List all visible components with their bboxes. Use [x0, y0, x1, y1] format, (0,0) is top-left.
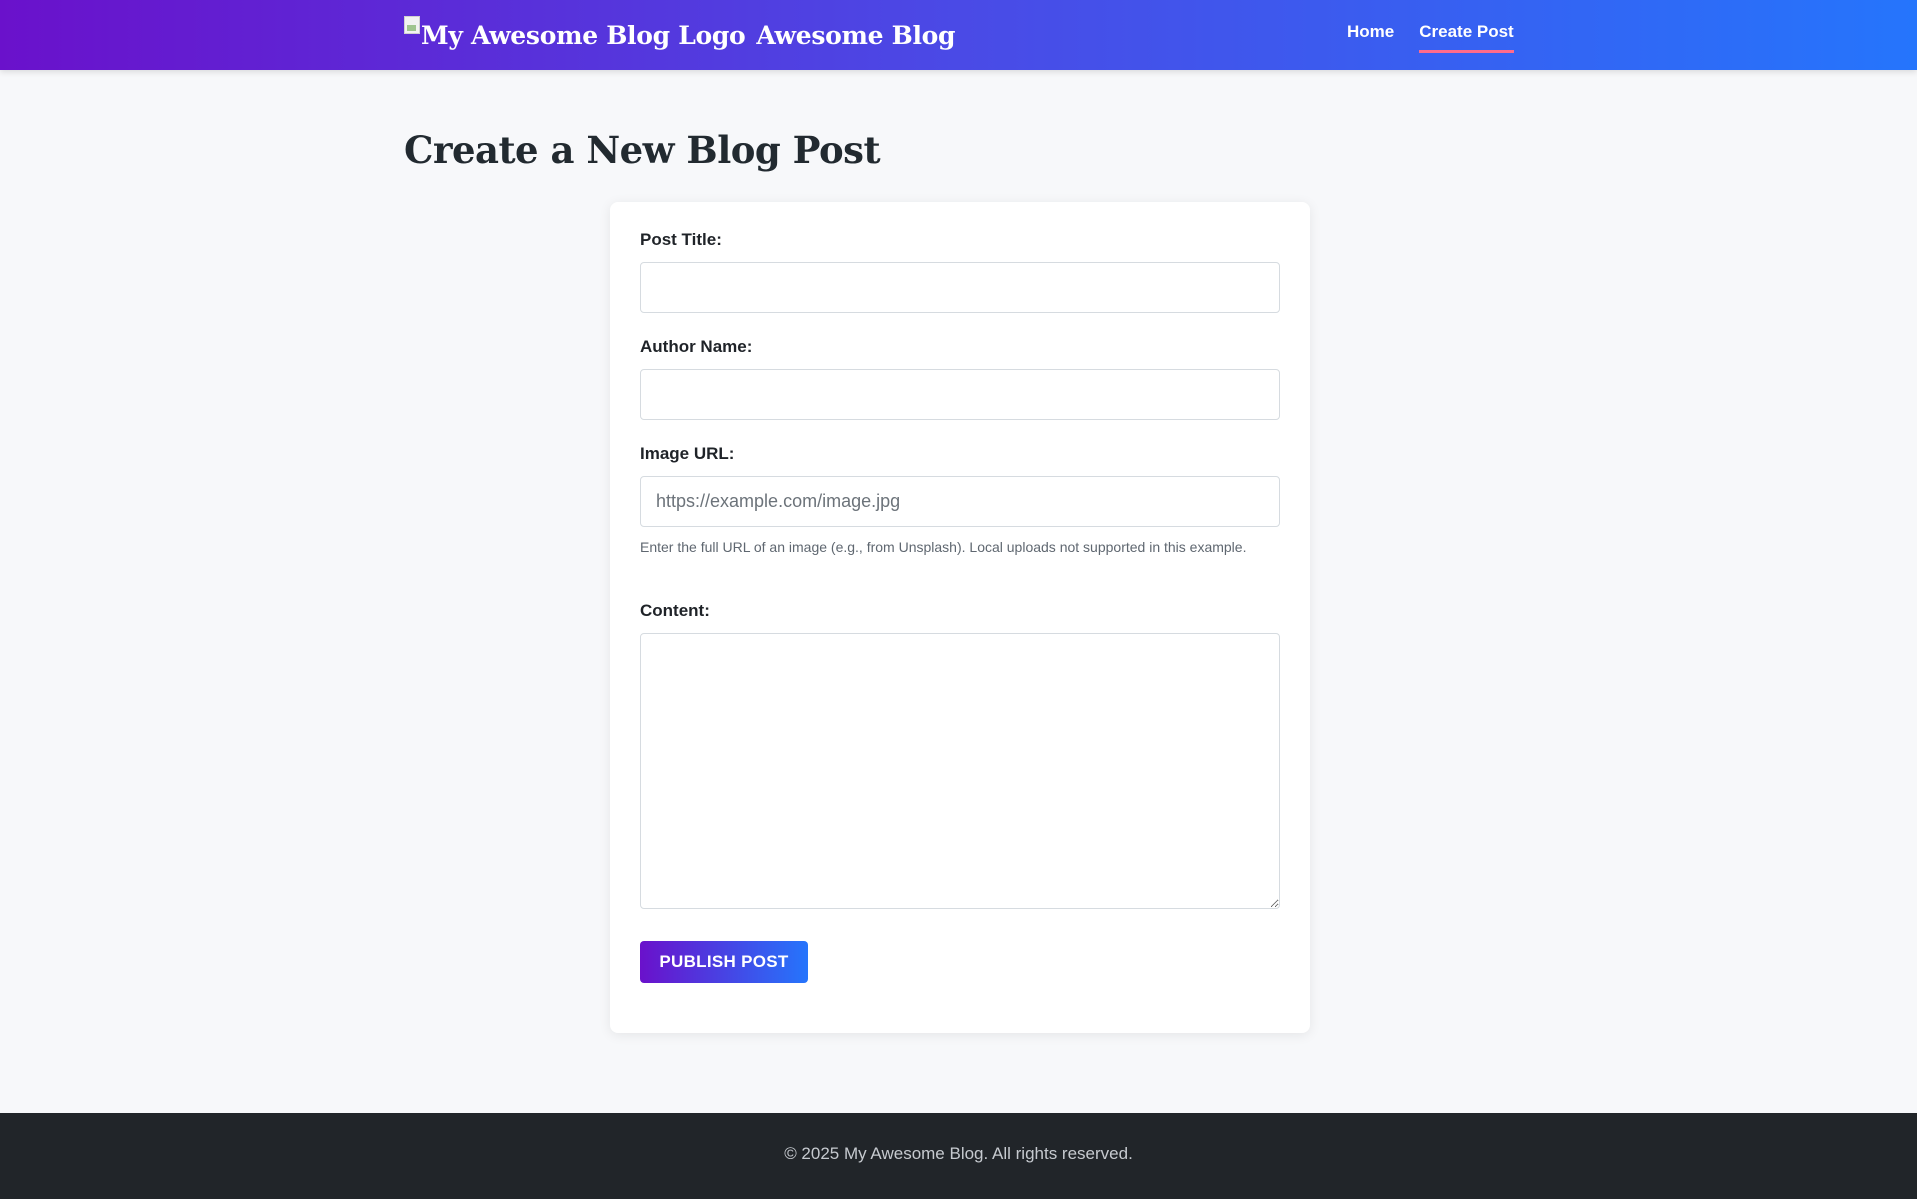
- content-label: Content:: [640, 601, 710, 620]
- author-name-label: Author Name:: [640, 337, 753, 356]
- image-url-help-text: Enter the full URL of an image (e.g., fr…: [640, 539, 1247, 555]
- brand-name: Awesome Blog: [756, 21, 956, 50]
- post-title-group: Post Title:: [640, 230, 1280, 313]
- author-name-input[interactable]: [640, 369, 1280, 420]
- brand-logo-alt-text: My Awesome Blog Logo: [421, 21, 746, 50]
- create-post-form-card: Post Title: Author Name: Image URL: Ente…: [610, 202, 1310, 1033]
- post-title-label: Post Title:: [640, 230, 722, 249]
- image-url-group: Image URL: Enter the full URL of an imag…: [640, 444, 1280, 559]
- content-textarea[interactable]: [640, 633, 1280, 909]
- nav-item-home[interactable]: Home: [1347, 22, 1394, 53]
- publish-post-button[interactable]: Publish Post: [640, 941, 808, 983]
- nav-item-create-post[interactable]: Create Post: [1419, 22, 1514, 53]
- image-url-input[interactable]: [640, 476, 1280, 527]
- post-title-input[interactable]: [640, 262, 1280, 313]
- site-footer: © 2025 My Awesome Blog. All rights reser…: [0, 1113, 1917, 1199]
- brand-logo-image: My Awesome Blog Logo: [404, 15, 746, 53]
- content-group: Content:: [640, 601, 1280, 909]
- page-title: Create a New Blog Post: [404, 128, 881, 172]
- author-name-group: Author Name:: [640, 337, 1280, 420]
- brand-link[interactable]: My Awesome Blog Logo Awesome Blog: [404, 14, 956, 54]
- image-url-label: Image URL:: [640, 444, 735, 463]
- site-header: My Awesome Blog Logo Awesome Blog Home C…: [0, 0, 1917, 70]
- broken-image-icon: [404, 16, 420, 34]
- footer-copyright: © 2025 My Awesome Blog. All rights reser…: [784, 1144, 1133, 1163]
- main-nav: Home Create Post: [1347, 22, 1514, 53]
